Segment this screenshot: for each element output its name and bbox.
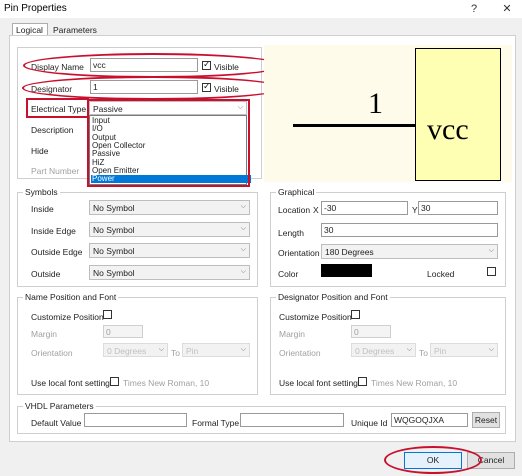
description-label: Description [31,125,74,135]
name-use-local-checkbox[interactable] [110,377,119,386]
name-orientation-select[interactable]: 0 Degrees ⌵ [103,343,168,357]
orientation-value: 180 Degrees [325,247,374,257]
color-label: Color [278,269,299,279]
symbol-select-value: No Symbol [93,267,135,278]
hide-label: Hide [31,146,49,156]
designator-orientation-label: Orientation [279,348,321,358]
orientation-label: Orientation [278,248,320,258]
symbol-select[interactable]: No Symbol ⌵ [89,221,250,237]
unique-id-field[interactable]: WQGOQJXA [391,413,468,427]
chevron-down-icon: ⌵ [240,246,246,253]
symbol-select-value: No Symbol [93,224,135,235]
chevron-down-icon: ⌵ [488,346,494,353]
part-number-label: Part Number [31,166,80,176]
annotation-ellipse-ok [384,446,482,474]
vhdl-legend: VHDL Parameters [23,401,96,411]
chevron-down-icon: ⌵ [406,346,412,353]
name-font-value: Times New Roman, 10 [123,378,210,388]
unique-id-label: Unique Id [351,418,388,428]
designator-font-legend: Designator Position and Font [276,292,390,302]
designator-to-label: To [419,348,428,358]
reset-button[interactable]: Reset [472,412,500,428]
symbol-row-label: Outside [31,268,61,279]
symbol-select-value: No Symbol [93,246,135,256]
symbol-select[interactable]: No Symbol ⌵ [89,243,250,258]
designator-font-value: Times New Roman, 10 [371,378,458,388]
designator-orientation-value: 0 Degrees [355,346,395,356]
name-orientation-value: 0 Degrees [107,346,147,356]
location-y-label: Y [412,205,418,215]
annotation-ellipse-designator [22,76,284,100]
pin-end-dot [293,124,296,127]
designator-customize-checkbox[interactable] [351,310,360,319]
help-button[interactable]: ? [467,2,481,16]
annotation-ellipse-display-name [23,53,283,78]
designator-margin-field[interactable]: 0 [351,325,391,338]
window-title: Pin Properties [4,3,67,14]
name-margin-field[interactable]: 0 [103,325,143,338]
name-use-local-label: Use local font setting [31,378,110,388]
designator-orientation-select[interactable]: 0 Degrees ⌵ [351,343,416,357]
location-x-label: X [313,205,319,215]
annotation-box-type-list [87,99,250,187]
designator-margin-label: Margin [279,329,305,339]
location-y-field[interactable]: 30 [418,201,498,215]
pin-line [296,124,416,127]
formal-type-label: Formal Type [192,418,240,428]
orientation-select[interactable]: 180 Degrees ⌵ [321,244,498,259]
chevron-down-icon: ⌵ [488,247,494,254]
chevron-down-icon: ⌵ [240,203,246,210]
chevron-down-icon: ⌵ [240,267,246,275]
title-bar [0,0,522,18]
symbols-legend: Symbols [23,187,60,197]
default-value-label: Default Value [31,418,82,428]
length-label: Length [278,228,304,238]
default-value-field[interactable] [84,413,187,427]
color-swatch[interactable] [321,264,372,277]
name-to-label: To [171,348,180,358]
symbol-select[interactable]: No Symbol ⌵ [89,264,250,280]
chevron-down-icon: ⌵ [240,346,246,353]
symbol-select[interactable]: No Symbol ⌵ [89,200,250,215]
location-x-field[interactable]: -30 [321,201,408,215]
designator-use-local-checkbox[interactable] [358,377,367,386]
locked-checkbox[interactable] [487,267,496,276]
graphical-legend: Graphical [276,187,317,197]
name-font-legend: Name Position and Font [23,292,119,302]
length-field[interactable]: 30 [321,223,498,237]
location-label: Location [278,205,311,215]
name-to-select[interactable]: Pin ⌵ [182,343,250,357]
preview-designator: 1 [368,87,383,120]
name-margin-label: Margin [31,329,57,339]
formal-type-field[interactable] [240,413,344,427]
name-to-value: Pin [186,346,199,356]
name-customize-label: Customize Position [31,312,104,322]
chevron-down-icon: ⌵ [240,224,246,232]
symbol-row-label: Inside Edge [31,225,76,236]
designator-to-value: Pin [434,346,447,356]
locked-label: Locked [427,269,455,279]
designator-to-select[interactable]: Pin ⌵ [430,343,498,357]
annotation-box-electrical-type [26,98,89,118]
designator-use-local-label: Use local font setting [279,378,358,388]
symbol-row-label: Outside Edge [31,247,83,257]
name-orientation-label: Orientation [31,348,73,358]
preview-name: vcc [427,113,469,146]
designator-customize-label: Customize Position [279,312,352,322]
chevron-down-icon: ⌵ [158,346,164,353]
symbol-select-value: No Symbol [93,203,135,213]
symbol-row-label: Inside [31,204,54,214]
close-button[interactable]: ✕ [500,2,514,16]
name-customize-checkbox[interactable] [103,310,112,319]
